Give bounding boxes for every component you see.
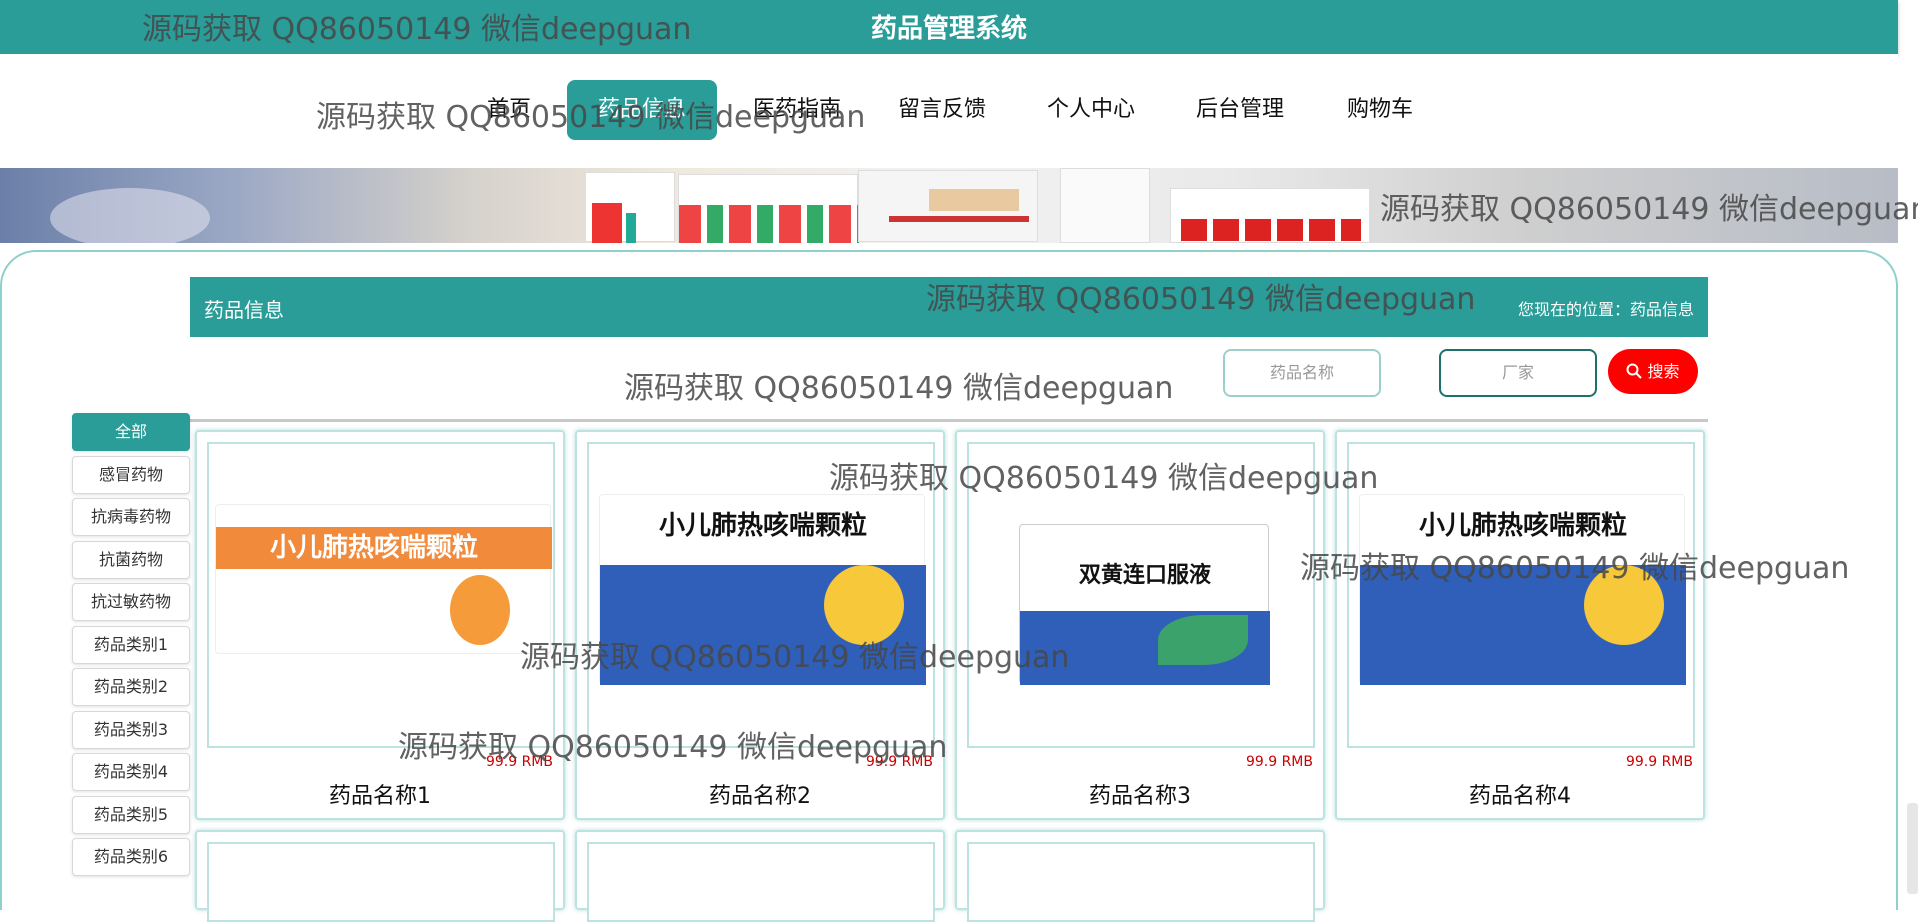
banner-box [678,174,859,243]
product-card[interactable] [955,830,1325,922]
search-icon [1626,362,1647,381]
banner-box [858,170,1038,242]
category-item[interactable]: 药品类别6 [72,838,190,876]
banner-image [0,168,1898,243]
category-item[interactable]: 药品类别4 [72,753,190,791]
product-image[interactable] [207,842,555,922]
section-header: 药品信息 您现在的位置：药品信息 [190,277,1708,337]
product-card[interactable] [575,830,945,922]
nav-personal-center[interactable]: 个人中心 [1041,80,1141,140]
category-item[interactable]: 抗过敏药物 [72,583,190,621]
product-image[interactable]: 双黄连口服液 [967,442,1315,748]
product-name[interactable]: 药品名称3 [957,778,1323,810]
product-card[interactable] [195,830,565,922]
product-name[interactable]: 药品名称1 [197,778,563,810]
section-title: 药品信息 [204,298,284,322]
product-card[interactable]: 小儿肺热咳喘颗粒 99.9 RMB 药品名称1 [195,430,565,820]
manufacturer-input[interactable]: 厂家 [1439,349,1597,397]
product-name[interactable]: 药品名称4 [1337,778,1703,810]
product-card[interactable]: 小儿肺热咳喘颗粒 99.9 RMB 药品名称2 [575,430,945,820]
product-image[interactable]: 小儿肺热咳喘颗粒 [207,442,555,748]
banner-shape [50,188,210,243]
medicine-name-input[interactable]: 药品名称 [1223,349,1381,397]
product-card[interactable]: 小儿肺热咳喘颗粒 99.9 RMB 药品名称4 [1335,430,1705,820]
product-price: 99.9 RMB [1625,754,1693,770]
search-button[interactable]: 搜索 [1608,349,1698,394]
top-header: 药品管理系统 [0,0,1898,54]
mascot-graphic [1584,565,1664,645]
product-image[interactable] [967,842,1315,922]
category-item[interactable]: 抗病毒药物 [72,498,190,536]
nav-cart[interactable]: 购物车 [1340,80,1420,140]
nav-home[interactable]: 首页 [474,80,544,140]
product-name[interactable]: 药品名称2 [577,778,943,810]
category-item[interactable]: 感冒药物 [72,456,190,494]
product-box-label: 小儿肺热咳喘颗粒 [1418,511,1627,541]
product-price: 99.9 RMB [865,754,933,770]
nav-medical-guide[interactable]: 医药指南 [742,80,852,140]
category-item[interactable]: 抗菌药物 [72,541,190,579]
category-item[interactable]: 药品类别2 [72,668,190,706]
category-all[interactable]: 全部 [72,413,190,451]
site-title: 药品管理系统 [870,14,1027,44]
banner-box [585,172,675,243]
divider [190,419,1708,422]
nav-admin[interactable]: 后台管理 [1190,80,1290,140]
product-card[interactable]: 双黄连口服液 99.9 RMB 药品名称3 [955,430,1325,820]
product-box-label: 小儿肺热咳喘颗粒 [216,527,552,569]
nav-medicine-info[interactable]: 药品信息 [567,80,717,140]
product-image[interactable] [587,842,935,922]
product-price: 99.9 RMB [485,754,553,770]
leaf-graphic [1158,615,1248,665]
product-box-label: 双黄连口服液 [1078,563,1211,588]
mascot-graphic [450,575,510,645]
category-item[interactable]: 药品类别5 [72,796,190,834]
banner-box [1170,188,1370,243]
breadcrumb: 您现在的位置：药品信息 [1517,300,1694,319]
mascot-graphic [824,565,904,645]
category-item[interactable]: 药品类别1 [72,626,190,664]
category-item[interactable]: 药品类别3 [72,711,190,749]
nav-feedback[interactable]: 留言反馈 [892,80,992,140]
product-image[interactable]: 小儿肺热咳喘颗粒 [587,442,935,748]
banner-box [1060,168,1150,243]
search-button-label: 搜索 [1647,362,1680,381]
product-box-label: 小儿肺热咳喘颗粒 [658,511,867,541]
main-nav: 首页 药品信息 医药指南 留言反馈 个人中心 后台管理 购物车 [0,54,1898,168]
product-price: 99.9 RMB [1245,754,1313,770]
product-image[interactable]: 小儿肺热咳喘颗粒 [1347,442,1695,748]
scrollbar-thumb[interactable] [1907,803,1918,894]
